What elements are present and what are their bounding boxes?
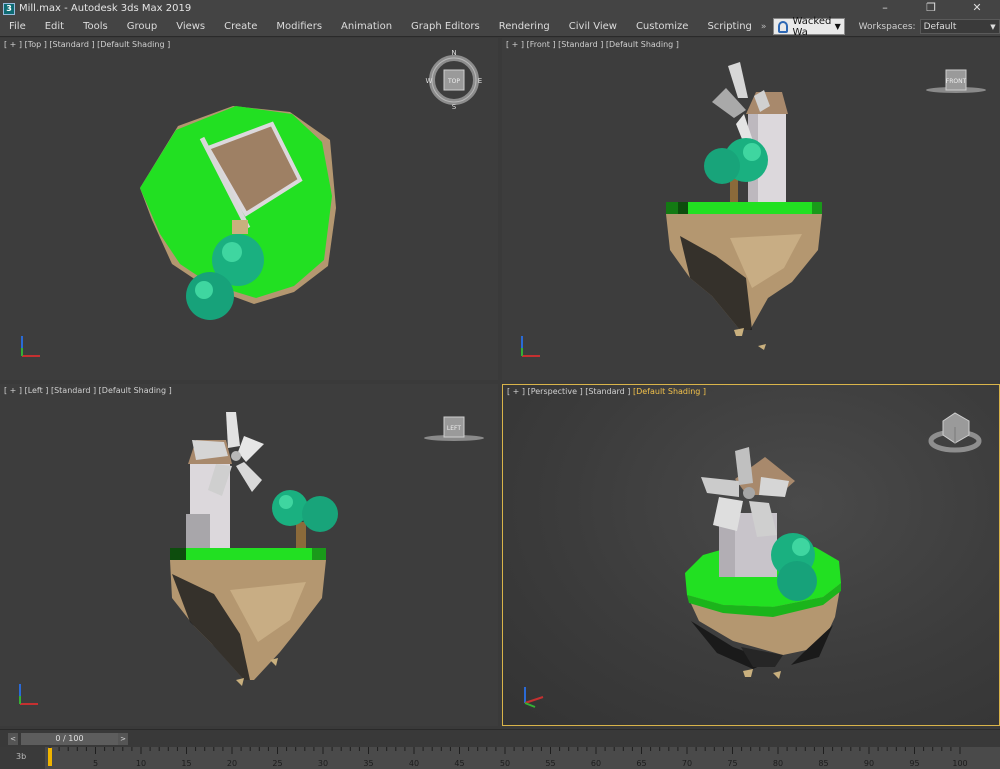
chevron-down-icon: ▼ <box>990 22 996 31</box>
menu-group[interactable]: Group <box>117 21 166 32</box>
compass-west: W <box>426 77 433 85</box>
ruler-tick-label: 100 <box>952 759 967 768</box>
ruler-tick-label: 40 <box>409 759 419 768</box>
view-compass[interactable]: TOP N E S W <box>426 49 483 111</box>
menu-bar: File Edit Tools Group Views Create Modif… <box>0 15 1000 38</box>
view-cube-label: FRONT <box>946 78 967 85</box>
ruler-tick-label: 80 <box>773 759 783 768</box>
viewport-front[interactable]: [ + ] [Front ] [Standard ] [Default Shad… <box>502 38 1000 380</box>
menu-civil-view[interactable]: Civil View <box>559 21 626 32</box>
close-button[interactable]: ✕ <box>954 0 1000 17</box>
viewport-left[interactable]: [ + ] [Left ] [Standard ] [Default Shadi… <box>0 384 498 726</box>
menu-animation[interactable]: Animation <box>331 21 401 32</box>
maximize-button[interactable]: ❐ <box>908 0 954 17</box>
chevron-down-icon: ▼ <box>834 22 841 31</box>
user-account-dropdown[interactable]: Wacked Wa ▼ <box>772 15 845 38</box>
workspace-value: Default <box>923 21 957 32</box>
axis-gizmo-icon <box>19 684 38 705</box>
axis-gizmo-icon <box>521 336 540 357</box>
window-title: Mill.max - Autodesk 3ds Max 2019 <box>19 3 192 14</box>
view-cube-icon[interactable] <box>928 412 982 453</box>
view-cube-label: LEFT <box>447 425 461 432</box>
menu-overflow-icon[interactable]: » <box>761 22 769 32</box>
ruler-tick-label: 95 <box>909 759 919 768</box>
ruler-tick-label: 5 <box>93 759 98 768</box>
ruler-tick-label: 15 <box>181 759 191 768</box>
menu-views[interactable]: Views <box>166 21 214 32</box>
ruler-tick-label: 85 <box>818 759 828 768</box>
view-cube-icon[interactable]: LEFT <box>424 416 484 441</box>
ruler-tick-label: 50 <box>500 759 510 768</box>
axis-gizmo-icon <box>21 336 40 357</box>
viewport-top[interactable]: [ + ] [Top ] [Standard ] [Default Shadin… <box>0 38 498 380</box>
ruler-tick-label: 10 <box>136 759 146 768</box>
ruler-tick-label: 90 <box>864 759 874 768</box>
menu-tools[interactable]: Tools <box>73 21 117 32</box>
workspace-select[interactable]: Default ▼ <box>919 19 1000 34</box>
title-bar: 3 Mill.max - Autodesk 3ds Max 2019 – ❐ ✕ <box>0 0 1000 17</box>
frame-ruler[interactable]: 3b 5 10 15 20 25 30 35 40 45 50 55 60 65 70 75 80 85 90 95… <box>0 747 1000 769</box>
ruler-tick-label: 75 <box>727 759 737 768</box>
workspaces-label: Workspaces: <box>858 21 916 32</box>
island-perspective-view <box>685 447 841 679</box>
user-name: Wacked Wa <box>792 15 832 38</box>
ruler-tick-label: 25 <box>272 759 282 768</box>
ruler-tick-label: 20 <box>227 759 237 768</box>
compass-east: E <box>478 77 482 85</box>
menu-customize[interactable]: Customize <box>626 21 698 32</box>
compass-south: S <box>452 103 457 111</box>
menu-modifiers[interactable]: Modifiers <box>266 21 331 32</box>
ruler-ticks: 5 10 15 20 25 30 35 40 45 50 55 60 65 70 75 80 85 90 95 100 <box>48 747 968 768</box>
island-front-view <box>666 62 822 350</box>
ruler-tick-label: 60 <box>591 759 601 768</box>
app-logo-icon: 3 <box>3 2 15 15</box>
time-prev-button[interactable]: < <box>8 733 18 745</box>
time-slider-bar: < 0 / 100 > <box>0 729 1000 747</box>
menu-rendering[interactable]: Rendering <box>489 21 559 32</box>
ruler-tick-label: 55 <box>545 759 555 768</box>
viewport-perspective[interactable]: [ + ] [Perspective ] [Standard ] [Defaul… <box>502 384 1000 726</box>
ruler-tick-label: 35 <box>363 759 373 768</box>
current-frame-marker[interactable] <box>48 748 52 766</box>
island-left-view <box>170 412 338 686</box>
ruler-tick-label: 45 <box>454 759 464 768</box>
app-window: 3 Mill.max - Autodesk 3ds Max 2019 – ❐ ✕… <box>0 0 1000 769</box>
axis-gizmo-icon <box>524 687 544 708</box>
view-cube-icon[interactable]: FRONT <box>926 69 986 93</box>
menu-file[interactable]: File <box>0 21 35 32</box>
menu-graph-editors[interactable]: Graph Editors <box>401 21 489 32</box>
minimize-button[interactable]: – <box>862 0 908 17</box>
ruler-tick-label: 70 <box>682 759 692 768</box>
compass-north: N <box>451 49 456 57</box>
menu-edit[interactable]: Edit <box>35 21 73 32</box>
user-icon <box>777 20 788 33</box>
island-top-view <box>140 106 336 320</box>
ruler-tick-label: 65 <box>636 759 646 768</box>
view-cube-label: TOP <box>447 78 460 85</box>
menu-scripting[interactable]: Scripting <box>697 21 760 32</box>
menu-create[interactable]: Create <box>214 21 266 32</box>
ruler-tick-label: 30 <box>318 759 328 768</box>
time-next-button[interactable]: > <box>118 733 128 745</box>
time-slider-thumb[interactable]: 0 / 100 <box>21 733 118 745</box>
